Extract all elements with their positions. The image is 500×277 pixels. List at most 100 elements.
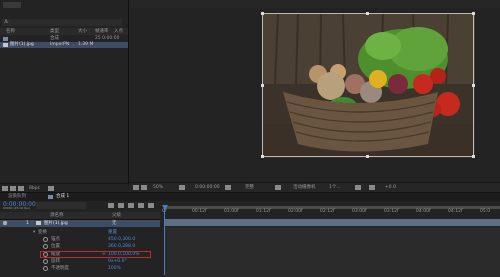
ruler-label: 00:12f: [192, 209, 207, 214]
image-file-icon: [3, 43, 8, 47]
ruler-label: 02:00f: [288, 209, 303, 214]
timeline-tabs: 渲染队列 合成 1: [0, 193, 500, 201]
chevron-down-icon[interactable]: ▾: [33, 230, 35, 235]
project-search-input[interactable]: ル: [2, 19, 122, 26]
stopwatch-icon[interactable]: [43, 266, 48, 271]
snapshot-icon[interactable]: [225, 185, 231, 190]
graph-editor-icon[interactable]: [148, 203, 154, 208]
viewer-timecode[interactable]: 0:00:00:00: [195, 185, 220, 190]
transform-handle[interactable]: [261, 84, 264, 87]
ruler-label: 04:00f: [416, 209, 431, 214]
current-time-indicator[interactable]: [164, 206, 165, 275]
bit-depth[interactable]: 8bpc: [29, 186, 40, 191]
viewer-tab-bar: [129, 0, 500, 8]
image-file-icon: [36, 221, 41, 225]
ruler-label: 03:12f: [384, 209, 399, 214]
layer-row[interactable]: 1 图片(1).jpg 无: [0, 220, 160, 227]
eye-icon[interactable]: [3, 221, 7, 225]
property-name: 位置: [51, 244, 60, 249]
item-type: 合成: [50, 36, 59, 41]
exposure-value[interactable]: +0.0: [385, 185, 396, 190]
highlight-box: [40, 251, 151, 258]
stopwatch-icon[interactable]: [43, 237, 48, 242]
stopwatch-icon[interactable]: [43, 244, 48, 249]
ruler-label: 05:0: [480, 209, 491, 214]
frame-info: 00000 (25.00 fps): [3, 206, 30, 210]
grid-icon[interactable]: [355, 185, 361, 190]
transform-handle[interactable]: [366, 12, 369, 15]
always-preview-icon[interactable]: [133, 185, 139, 190]
safe-margins-icon[interactable]: [179, 185, 185, 190]
property-name: 锚点: [51, 237, 60, 242]
ruler-label: 03:00f: [352, 209, 367, 214]
transform-label: 变换: [38, 230, 47, 235]
tab-render-queue[interactable]: 渲染队列: [8, 194, 26, 199]
property-value[interactable]: 100%: [108, 266, 121, 271]
col-type[interactable]: 类型: [50, 29, 59, 34]
resolution-select[interactable]: 完整: [245, 185, 254, 190]
tab-composition[interactable]: 合成 1: [56, 194, 69, 199]
trash-icon[interactable]: [48, 186, 54, 191]
transform-group-row[interactable]: ▾ 变换 重置: [0, 229, 160, 236]
item-type: ImporPN: [50, 42, 70, 47]
search-value: ル: [4, 20, 9, 25]
item-size: 1.39 M: [78, 42, 94, 47]
ruler-label: 01:12f: [256, 209, 271, 214]
property-row[interactable]: 不透明度 100%: [0, 265, 160, 272]
property-row[interactable]: 位置 360.0,288.0: [0, 243, 160, 250]
camera-select[interactable]: 活动摄像机: [293, 185, 316, 190]
layer-search-input[interactable]: [36, 202, 86, 209]
transform-handle[interactable]: [366, 155, 369, 158]
item-name: 图片(1).jpg: [10, 42, 34, 47]
stopwatch-icon[interactable]: [43, 259, 48, 264]
property-row[interactable]: 旋转 0x+0.0°: [0, 258, 160, 265]
composition-icon: [3, 37, 8, 41]
interpret-footage-icon[interactable]: [2, 186, 8, 191]
transform-reset[interactable]: 重置: [108, 230, 117, 235]
shy-layers-icon[interactable]: [118, 203, 124, 208]
property-value[interactable]: 360.0,288.0: [108, 244, 135, 249]
ruler-label: 04:12f: [448, 209, 463, 214]
layer-bounding-box: [262, 13, 474, 157]
property-value[interactable]: 0x+0.0°: [108, 259, 127, 264]
col-size[interactable]: 大小: [78, 29, 87, 34]
col-source-name[interactable]: 源名称: [50, 213, 64, 218]
col-parent[interactable]: 父级: [112, 213, 121, 218]
project-item[interactable]: 图片(1).jpg ImporPN 1.39 M: [0, 42, 128, 48]
col-name[interactable]: 名称: [6, 29, 15, 34]
frame-blending-icon[interactable]: [128, 203, 134, 208]
project-column-header: 名称 类型 大小 帧速率 入点: [0, 28, 128, 35]
comp-flowchart-icon[interactable]: [108, 203, 114, 208]
layer-name[interactable]: 图片(1).jpg: [44, 221, 68, 226]
motion-blur-icon[interactable]: [369, 185, 375, 190]
col-frame-rate[interactable]: 帧速率: [95, 29, 109, 34]
transform-handle[interactable]: [472, 155, 475, 158]
item-extra: 25 0:00:00: [95, 36, 120, 41]
col-in-point[interactable]: 入点: [114, 29, 123, 34]
viewer-toolbar: 50% 0:00:00:00 完整 活动摄像机 1个... +0.0: [129, 182, 500, 192]
transform-handle[interactable]: [472, 84, 475, 87]
transform-handle[interactable]: [261, 12, 264, 15]
new-composition-icon[interactable]: [18, 186, 24, 191]
layer-index: 1: [26, 221, 29, 226]
property-value[interactable]: 450.0,300.0: [108, 237, 135, 242]
motion-blur-toggle-icon[interactable]: [138, 203, 144, 208]
timeline-time-row: 0:00:00:00 00000 (25.00 fps): [0, 201, 160, 210]
transform-handle[interactable]: [472, 12, 475, 15]
property-track-area: [165, 227, 500, 277]
ruler-labels: 0f 00:12f 01:00f 01:12f 02:00f 02:12f 03…: [162, 209, 500, 216]
playhead-icon[interactable]: [162, 205, 168, 210]
property-name: 不透明度: [51, 266, 69, 271]
3d-view-icon[interactable]: [141, 185, 147, 190]
zoom-level[interactable]: 50%: [153, 185, 163, 190]
timeline-column-header: 源名称 父级: [0, 212, 160, 220]
new-folder-icon[interactable]: [10, 186, 16, 191]
region-of-interest-icon[interactable]: [275, 185, 281, 190]
ruler-label: 01:00f: [224, 209, 239, 214]
layer-parent[interactable]: 无: [112, 221, 117, 226]
layer-duration-bar[interactable]: [165, 219, 500, 226]
property-row[interactable]: 锚点 450.0,300.0: [0, 236, 160, 243]
views-select[interactable]: 1个...: [329, 185, 341, 190]
project-thumbnail: [3, 2, 21, 8]
transform-handle[interactable]: [261, 155, 264, 158]
